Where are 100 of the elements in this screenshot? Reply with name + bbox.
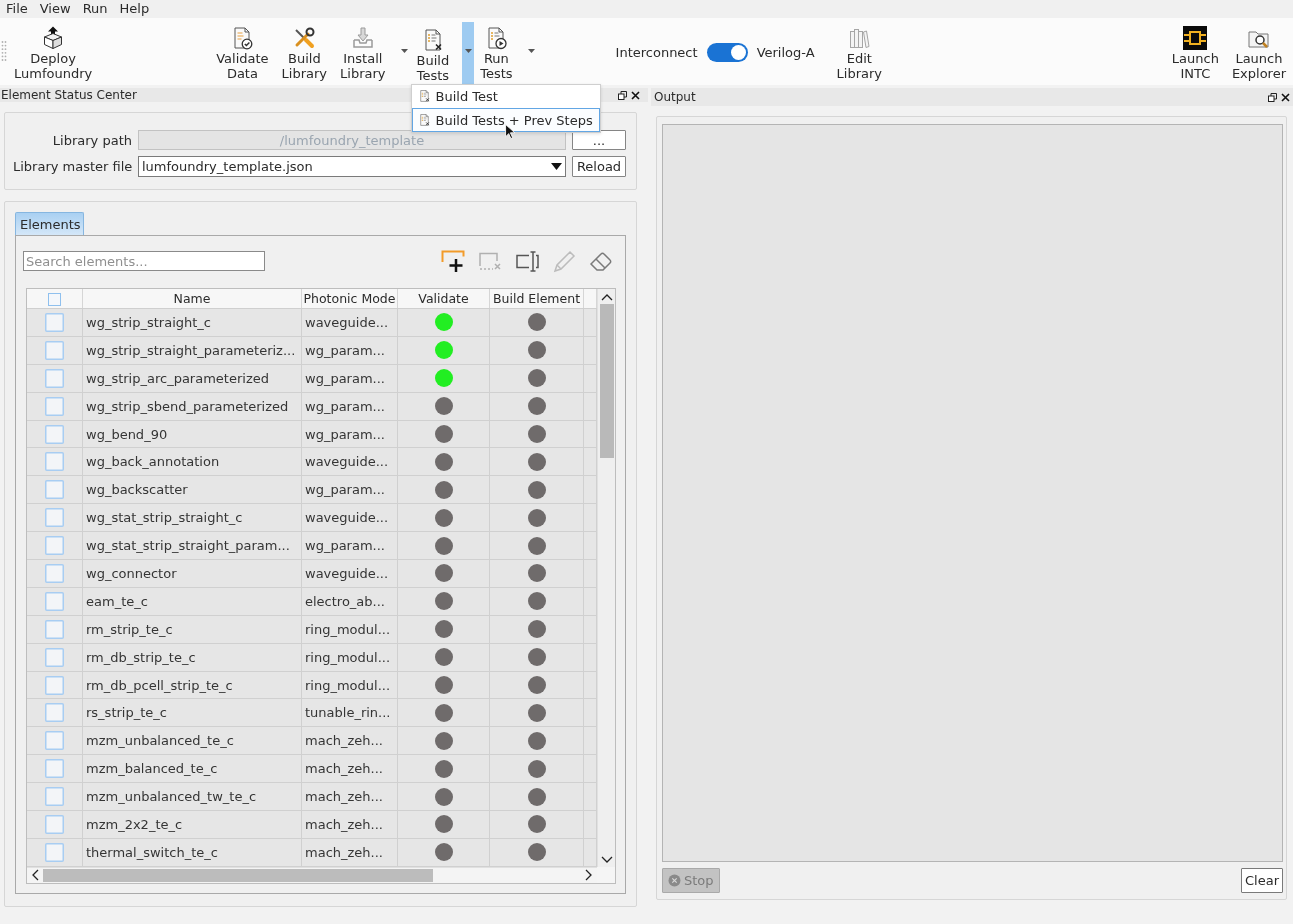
- table-cell: wg_strip_straight_parameteriz...: [83, 336, 302, 364]
- close-icon[interactable]: [631, 90, 640, 100]
- row-checkbox[interactable]: [45, 675, 64, 695]
- row-checkbox[interactable]: [45, 508, 64, 528]
- toolbar-button[interactable]: Build Library: [277, 18, 332, 85]
- master-file-dropdown[interactable]: lumfoundry_template.json: [138, 156, 566, 177]
- chevron-right-icon[interactable]: [585, 869, 593, 882]
- table-cell: mach_zeh...: [302, 755, 398, 783]
- table-cell: eam_te_c: [83, 587, 302, 615]
- table-cell: electro_ab...: [302, 587, 398, 615]
- row-checkbox[interactable]: [45, 340, 64, 360]
- caret-icon: [551, 163, 562, 170]
- toolbar-button[interactable]: Launch Explorer: [1227, 18, 1290, 85]
- toolbar-button[interactable]: Launch INTC: [1167, 18, 1223, 85]
- column-header[interactable]: Photonic Mode: [302, 289, 398, 308]
- row-checkbox[interactable]: [45, 563, 64, 583]
- table-cell: mzm_unbalanced_tw_te_c: [83, 783, 302, 811]
- menu-item[interactable]: Help: [113, 0, 156, 18]
- table-cell: wg_backscatter: [83, 476, 302, 504]
- row-checkbox[interactable]: [45, 842, 64, 862]
- menu-item[interactable]: Build Tests + Prev Steps: [411, 108, 600, 132]
- table-cell: wg_param...: [302, 336, 398, 364]
- table-cell: wg_strip_sbend_parameterized: [83, 392, 302, 420]
- row-checkbox[interactable]: [45, 368, 64, 388]
- row-checkbox[interactable]: [45, 647, 64, 667]
- toolbar-button[interactable]: Install Library: [336, 18, 390, 85]
- search-field[interactable]: Search elements...: [23, 251, 265, 271]
- tab[interactable]: Elements: [15, 212, 84, 235]
- column-header[interactable]: Validate: [398, 289, 490, 308]
- text-cursor-icon[interactable]: [515, 249, 540, 273]
- table-cell: wg_param...: [302, 532, 398, 559]
- table-cell: wg_param...: [302, 392, 398, 420]
- float-window-icon[interactable]: [1268, 92, 1277, 102]
- row-checkbox[interactable]: [45, 424, 64, 444]
- caret-icon: [401, 49, 409, 53]
- menu-item[interactable]: Build Test: [411, 85, 600, 108]
- table-cell: mzm_unbalanced_te_c: [83, 727, 302, 755]
- float-window-icon[interactable]: [618, 90, 627, 100]
- dock-title: Output: [654, 90, 696, 104]
- books-icon: [847, 26, 872, 50]
- table-cell: wg_back_annotation: [83, 448, 302, 476]
- menu-item[interactable]: View: [33, 0, 77, 18]
- table-cell: wg_stat_strip_straight_param...: [83, 532, 302, 559]
- row-checkbox[interactable]: [45, 591, 64, 611]
- row-checkbox[interactable]: [45, 536, 64, 556]
- row-checkbox[interactable]: [45, 396, 64, 416]
- field-label: Library master file: [13, 159, 132, 174]
- table-cell: mach_zeh...: [302, 811, 398, 838]
- chevron-down-icon[interactable]: [600, 855, 613, 864]
- toolbar-button[interactable]: Run Tests: [476, 18, 517, 85]
- clear-button[interactable]: Clear: [1241, 868, 1283, 893]
- row-checkbox[interactable]: [45, 452, 64, 472]
- menu-item[interactable]: Run: [76, 0, 114, 18]
- table-cell: wg_strip_arc_parameterized: [83, 364, 302, 392]
- table-cell: waveguide...: [302, 309, 398, 336]
- column-header[interactable]: Build Element: [490, 289, 584, 308]
- dropdown-button[interactable]: [462, 22, 475, 85]
- table-cell: waveguide...: [302, 560, 398, 587]
- frame-plus-icon[interactable]: [441, 249, 466, 273]
- reload-button[interactable]: Reload: [572, 156, 626, 177]
- table-cell: rm_strip_te_c: [83, 615, 302, 643]
- table-cell: rm_db_strip_te_c: [83, 643, 302, 671]
- row-checkbox[interactable]: [45, 619, 64, 639]
- menu-item[interactable]: File: [0, 0, 34, 18]
- row-checkbox[interactable]: [45, 814, 64, 834]
- toolbar-button[interactable]: Build Tests: [412, 18, 454, 85]
- chevron-up-icon[interactable]: [600, 293, 613, 301]
- field-label: Library path: [51, 132, 132, 148]
- table-cell: wg_strip_straight_c: [83, 309, 302, 336]
- table-cell: ring_modul...: [302, 643, 398, 671]
- row-checkbox[interactable]: [45, 312, 64, 332]
- table-cell: wg_stat_strip_straight_c: [83, 504, 302, 532]
- row-checkbox[interactable]: [45, 759, 64, 779]
- circle-x-icon: [668, 874, 681, 887]
- toolbar-button[interactable]: Edit Library: [832, 18, 887, 85]
- table-cell: wg_param...: [302, 476, 398, 504]
- toolbar-button[interactable]: Validate Data: [212, 18, 273, 85]
- row-checkbox[interactable]: [45, 787, 64, 807]
- table-cell: wg_connector: [83, 560, 302, 587]
- scrollbar-thumb[interactable]: [43, 868, 433, 882]
- row-checkbox[interactable]: [45, 480, 64, 500]
- table-cell: mzm_2x2_te_c: [83, 811, 302, 838]
- close-icon[interactable]: [1281, 92, 1290, 102]
- tools-icon: [292, 26, 317, 50]
- column-header[interactable]: Name: [83, 289, 302, 308]
- output-text-area[interactable]: [662, 124, 1283, 862]
- chip-icon: [1183, 26, 1208, 50]
- grip-handle-icon[interactable]: [1, 40, 7, 62]
- table-cell: tunable_rin...: [302, 699, 398, 727]
- table-cell: thermal_switch_te_c: [83, 838, 302, 866]
- toggle-switch[interactable]: [706, 43, 748, 62]
- caret-icon: [464, 49, 472, 53]
- scrollbar-thumb[interactable]: [599, 304, 614, 458]
- toolbar-button[interactable]: Deploy Lumfoundry: [10, 18, 97, 85]
- chevron-left-icon[interactable]: [31, 869, 39, 882]
- select-all-checkbox[interactable]: [48, 291, 61, 306]
- row-checkbox[interactable]: [45, 731, 64, 751]
- vertical-scrollbar[interactable]: [597, 289, 615, 867]
- row-checkbox[interactable]: [45, 703, 64, 723]
- table-cell: mzm_balanced_te_c: [83, 755, 302, 783]
